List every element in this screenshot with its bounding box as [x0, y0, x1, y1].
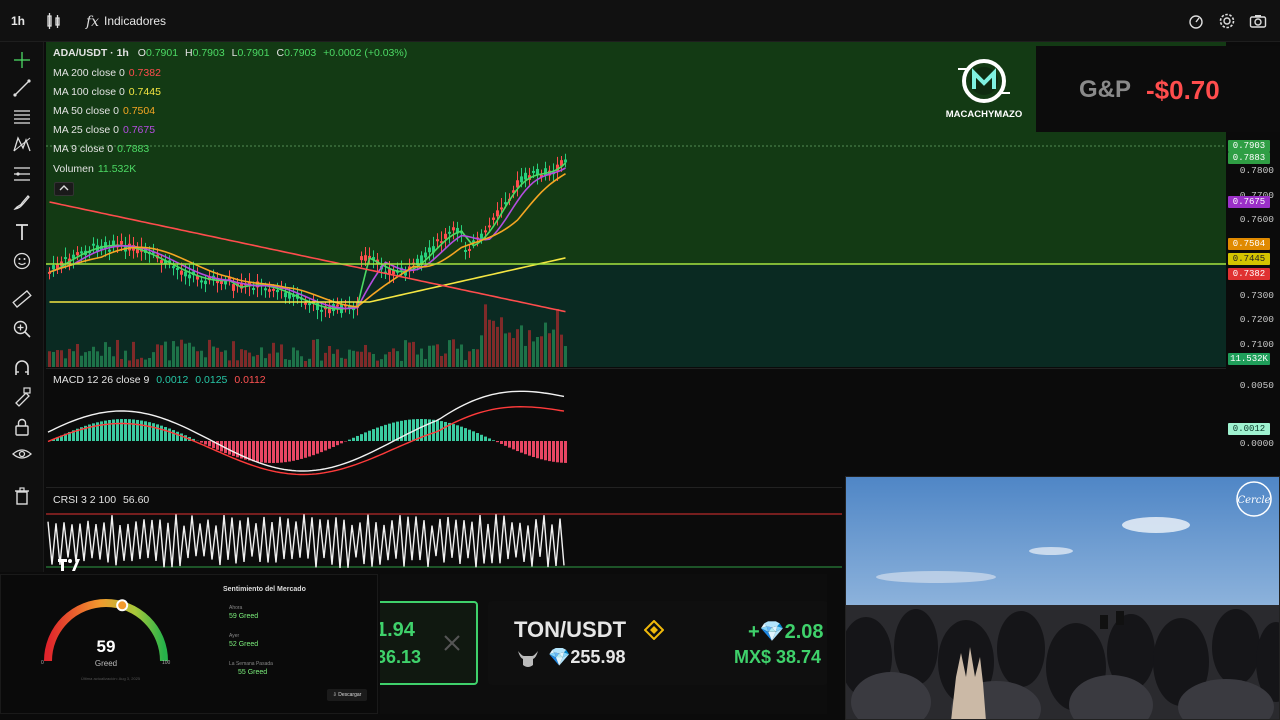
gauge-value: 59 — [96, 637, 116, 656]
gp-widget: G&P -$0.70 — [1036, 46, 1280, 132]
concert-scene-image: Cercle — [846, 477, 1279, 719]
price-tag-ma9: 0.7883 — [1228, 152, 1270, 164]
fib-icon[interactable] — [12, 164, 32, 184]
download-button[interactable]: ⇩ Descargar — [327, 689, 367, 701]
indicators-icon[interactable]: fx — [84, 12, 102, 30]
ticker-card-ton: TON/USDT +💎2.08 💎255.98 MX$ 38.74 — [488, 601, 827, 685]
ticker-mxn: MX$ 38.74 — [734, 647, 822, 667]
bull-icon — [518, 651, 538, 667]
change-value: +0.0002 (+0.03%) — [323, 47, 408, 59]
sentiment-last-week: 55 Greed — [238, 669, 268, 676]
macd-axis[interactable]: 0.0050 0.0000 0.0012 — [1226, 368, 1280, 486]
volume-bars — [48, 304, 567, 367]
tradingview-logo-icon — [58, 559, 80, 571]
candles-icon[interactable] — [45, 12, 63, 30]
sentiment-title: Sentimiento del Mercado — [223, 586, 306, 593]
macachymazo-logo-icon — [958, 59, 1010, 103]
indicators-button[interactable]: Indicadores — [104, 11, 166, 31]
price-tag-ma100: 0.7445 — [1228, 253, 1270, 265]
volume-tag: 11.532K — [1228, 353, 1270, 365]
ma50-legend[interactable]: MA 50 close 0 0.7504 — [53, 105, 155, 117]
open-value: 0.7901 — [145, 47, 179, 59]
collapse-legend-button[interactable] — [54, 182, 74, 196]
cercle-watermark: Cercle — [1237, 495, 1270, 506]
video-overlay: Cercle — [845, 476, 1280, 720]
macd-histogram — [52, 419, 567, 463]
updated-text: Última actualización: Aug 3, 2025 — [81, 676, 141, 681]
ticker-price: 💎255.98 — [548, 647, 626, 667]
ma200-legend[interactable]: MA 200 close 0 0.7382 — [53, 67, 161, 79]
horizontal-lines-icon[interactable] — [12, 106, 32, 126]
lock-icon[interactable] — [12, 417, 32, 437]
ma9-legend[interactable]: MA 9 close 0 0.7883 — [53, 143, 149, 155]
crsi-legend[interactable]: CRSI 3 2 100 56.60 — [53, 494, 149, 506]
symbol-label: ADA/USDT · 1h — [53, 47, 129, 59]
price-tag-ma25: 0.7675 — [1228, 196, 1270, 208]
macd-chart-svg — [47, 390, 567, 476]
zoom-icon[interactable] — [12, 319, 32, 339]
binance-icon — [644, 620, 664, 640]
lock-drawing-icon[interactable] — [12, 387, 32, 407]
ticker-card-prev: 1.94 36.13 — [380, 601, 478, 685]
chevron-up-icon — [59, 185, 69, 191]
gauge-label: Greed — [94, 659, 118, 668]
crypto-ticker: 1.94 36.13 TON/USDT +💎2.08 💎255.98 MX$ 3… — [380, 574, 827, 714]
sentiment-now: 59 Greed — [229, 613, 259, 620]
ticker-change: +💎2.08 — [748, 621, 824, 643]
settings-gear-icon[interactable] — [1218, 12, 1236, 30]
eye-icon[interactable] — [12, 444, 32, 464]
gauge-needle — [116, 599, 129, 612]
low-value: 0.7901 — [237, 47, 270, 59]
pattern-icon[interactable] — [12, 134, 32, 154]
crsi-pane[interactable]: CRSI 3 2 100 56.60 — [46, 487, 842, 572]
drawing-toolbar — [0, 42, 44, 572]
ma100-legend[interactable]: MA 100 close 0 0.7445 — [53, 86, 161, 98]
brush-icon[interactable] — [12, 192, 32, 212]
ohlc-legend: ADA/USDT · 1h O0.7901 H0.7903 L0.7901 C0… — [53, 47, 408, 59]
interval-button[interactable]: 1h — [11, 11, 25, 31]
sentiment-yesterday: 52 Greed — [229, 641, 259, 648]
macd-pane[interactable]: MACD 12 26 close 9 0.0012 0.0125 0.0112 — [46, 368, 1226, 486]
camera-icon[interactable] — [1249, 12, 1267, 30]
high-value: 0.7903 — [192, 47, 225, 59]
magnet-icon[interactable] — [12, 358, 32, 378]
price-tag-ma50: 0.7504 — [1228, 238, 1270, 250]
brand-name: MACACHYMAZO — [945, 109, 1023, 120]
crsi-chart-svg — [46, 513, 842, 568]
close-value: 0.7903 — [284, 47, 317, 59]
crsi-line — [47, 514, 565, 568]
macd-tag: 0.0012 — [1228, 423, 1270, 435]
market-sentiment-widget: 59 Greed 0 100 Última actualización: Aug… — [0, 574, 378, 714]
emoji-icon[interactable] — [12, 251, 32, 271]
trash-icon[interactable] — [12, 486, 32, 506]
svg-text:fx: fx — [85, 14, 99, 30]
macd-legend[interactable]: MACD 12 26 close 9 0.0012 0.0125 0.0112 — [53, 374, 266, 386]
price-tag-ma200: 0.7382 — [1228, 268, 1270, 280]
ticker-pair: TON/USDT — [514, 617, 627, 642]
crosshair-icon[interactable] — [12, 50, 32, 70]
top-toolbar: 1h fx Indicadores — [0, 0, 1280, 42]
trendline-icon[interactable] — [12, 78, 32, 98]
price-tag-last: 0.7903 — [1228, 140, 1270, 152]
text-tool-icon[interactable] — [12, 222, 32, 242]
ma25-legend[interactable]: MA 25 close 0 0.7675 — [53, 124, 155, 136]
volume-legend[interactable]: Volumen 11.532K — [53, 163, 136, 175]
brand-logo: MACACHYMAZO — [940, 55, 1028, 125]
alert-icon[interactable] — [1187, 12, 1205, 30]
close-icon[interactable] — [442, 633, 462, 653]
moving-average-lines — [49, 162, 567, 313]
gp-value: -$0.70 — [1146, 75, 1220, 105]
gp-label: G&P — [1079, 76, 1132, 103]
ruler-icon[interactable] — [12, 289, 32, 309]
